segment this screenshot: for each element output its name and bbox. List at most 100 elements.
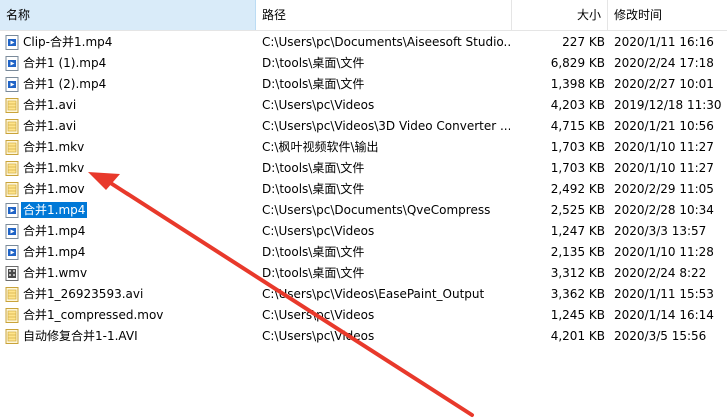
file-size: 3,362 KB [550,287,605,301]
file-path: C:\Users\pc\Videos [262,224,375,238]
file-name[interactable]: 合并1.mkv [21,139,86,155]
file-modified-date: 2020/1/11 16:16 [614,35,714,49]
file-path: C:\Users\pc\Documents\QveCompress [262,203,491,217]
file-modified-date: 2020/1/10 11:27 [614,161,714,175]
column-header-bar: 名称 路径 大小 修改时间 [0,0,727,31]
file-name[interactable]: 合并1.mp4 [21,201,89,219]
media-file-icon [5,182,19,197]
column-header-path[interactable]: 路径 [256,0,512,30]
file-modified-date: 2020/3/3 13:57 [614,224,707,238]
file-size: 2,135 KB [550,245,605,259]
file-name[interactable]: 合并1.avi [21,118,78,134]
file-row[interactable]: 合并1.mp4 C:\Users\pc\Documents\QveCompress… [0,200,727,221]
file-size: 6,829 KB [550,56,605,70]
file-size: 4,203 KB [550,98,605,112]
video-file-icon [5,245,19,260]
file-modified-date: 2020/3/5 15:56 [614,329,707,343]
file-name[interactable]: 合并1.wmv [21,265,89,281]
file-path: C:\Users\pc\Videos\3D Video Converter ..… [262,119,510,133]
file-name-cell: 合并1 (2).mp4 [21,74,253,95]
file-size: 1,245 KB [550,308,605,322]
column-header-date[interactable]: 修改时间 [608,0,727,30]
file-name[interactable]: 自动修复合并1-1.AVI [21,328,140,344]
file-modified-date: 2020/2/29 11:05 [614,182,714,196]
file-name[interactable]: 合并1 (2).mp4 [21,76,108,92]
file-row[interactable]: 合并1.avi C:\Users\pc\Videos\3D Video Conve… [0,116,727,137]
file-name[interactable]: 合并1 (1).mp4 [21,55,108,71]
media-file-icon [5,308,19,323]
file-row[interactable]: 合并1 (2).mp4 D:\tools\桌面\文件 1,398 KB 2020/2/… [0,74,727,95]
video-file-icon [5,56,19,71]
file-list: Clip-合并1.mp4 C:\Users\pc\Documents\Aisees… [0,32,727,347]
media-file-icon [5,119,19,134]
file-path: C:\枫叶视频软件\输出 [262,140,379,154]
file-size: 1,703 KB [550,140,605,154]
file-size: 2,525 KB [550,203,605,217]
file-row[interactable]: 合并1.avi C:\Users\pc\Videos 4,203 KB 2019/12… [0,95,727,116]
file-row[interactable]: 合并1.wmv D:\tools\桌面\文件 3,312 KB 2020/2/24 8… [0,263,727,284]
file-name[interactable]: 合并1.mp4 [21,244,87,260]
file-name[interactable]: 合并1_26923593.avi [21,286,145,302]
file-name[interactable]: 合并1_compressed.mov [21,307,165,323]
video-file-icon [5,77,19,92]
file-name-cell: 合并1.avi [21,95,253,116]
file-name-cell: 合并1.mp4 [21,242,253,263]
file-path: C:\Users\pc\Videos [262,329,375,343]
file-row[interactable]: 合并1 (1).mp4 D:\tools\桌面\文件 6,829 KB 2020/2/… [0,53,727,74]
file-modified-date: 2020/2/24 17:18 [614,56,714,70]
file-name-cell: 合并1.mkv [21,158,253,179]
file-modified-date: 2020/2/28 10:34 [614,203,714,217]
file-size: 227 KB [562,35,605,49]
file-name-cell: 合并1.mp4 [21,200,253,221]
file-name-cell: 合并1_26923593.avi [21,284,253,305]
file-row[interactable]: 合并1.mkv C:\枫叶视频软件\输出 1,703 KB 2020/1/10 11:… [0,137,727,158]
file-path: C:\Users\pc\Videos [262,98,375,112]
media-file-icon [5,140,19,155]
file-row[interactable]: 自动修复合并1-1.AVI C:\Users\pc\Videos 4,201 KB 2… [0,326,727,347]
file-name[interactable]: 合并1.mov [21,181,87,197]
file-modified-date: 2020/1/11 15:53 [614,287,714,301]
file-name-cell: 合并1.mkv [21,137,253,158]
file-row[interactable]: 合并1.mp4 C:\Users\pc\Videos 1,247 KB 2020/3/… [0,221,727,242]
file-modified-date: 2020/1/14 16:14 [614,308,714,322]
file-name[interactable]: 合并1.mkv [21,160,86,176]
file-modified-date: 2020/1/10 11:27 [614,140,714,154]
file-size: 4,201 KB [550,329,605,343]
file-path: D:\tools\桌面\文件 [262,182,365,196]
file-path: D:\tools\桌面\文件 [262,245,365,259]
file-row[interactable]: 合并1_26923593.avi C:\Users\pc\Videos\EaseP… [0,284,727,305]
file-modified-date: 2020/1/21 10:56 [614,119,714,133]
file-name-cell: 合并1 (1).mp4 [21,53,253,74]
media-file-icon [5,161,19,176]
column-header-name[interactable]: 名称 [0,0,256,30]
file-path: D:\tools\桌面\文件 [262,161,365,175]
file-name-cell: 合并1.wmv [21,263,253,284]
file-name-cell: 合并1.mp4 [21,221,253,242]
file-row[interactable]: 合并1.mkv D:\tools\桌面\文件 1,703 KB 2020/1/10 1… [0,158,727,179]
file-name-cell: 合并1.mov [21,179,253,200]
file-path: D:\tools\桌面\文件 [262,266,365,280]
file-row[interactable]: 合并1.mov D:\tools\桌面\文件 2,492 KB 2020/2/29 1… [0,179,727,200]
file-modified-date: 2020/1/10 11:28 [614,245,714,259]
file-name[interactable]: 合并1.avi [21,97,78,113]
video-file-icon [5,224,19,239]
column-header-size[interactable]: 大小 [512,0,608,30]
file-path: C:\Users\pc\Videos\EasePaint_Output [262,287,485,301]
file-modified-date: 2020/2/27 10:01 [614,77,714,91]
file-size: 4,715 KB [550,119,605,133]
file-name-cell: 自动修复合并1-1.AVI [21,326,253,347]
file-name[interactable]: Clip-合并1.mp4 [21,34,114,50]
file-size: 1,398 KB [550,77,605,91]
video-file-icon [5,35,19,50]
file-size: 2,492 KB [550,182,605,196]
media-file-icon [5,329,19,344]
file-modified-date: 2020/2/24 8:22 [614,266,707,280]
file-path: C:\Users\pc\Videos [262,308,375,322]
file-name-cell: Clip-合并1.mp4 [21,32,253,53]
file-path: D:\tools\桌面\文件 [262,77,365,91]
file-row[interactable]: 合并1_compressed.mov C:\Users\pc\Videos 1,24… [0,305,727,326]
file-name[interactable]: 合并1.mp4 [21,223,87,239]
file-path: C:\Users\pc\Documents\Aiseesoft Studio..… [262,35,510,49]
file-row[interactable]: 合并1.mp4 D:\tools\桌面\文件 2,135 KB 2020/1/10 1… [0,242,727,263]
file-row[interactable]: Clip-合并1.mp4 C:\Users\pc\Documents\Aisees… [0,32,727,53]
